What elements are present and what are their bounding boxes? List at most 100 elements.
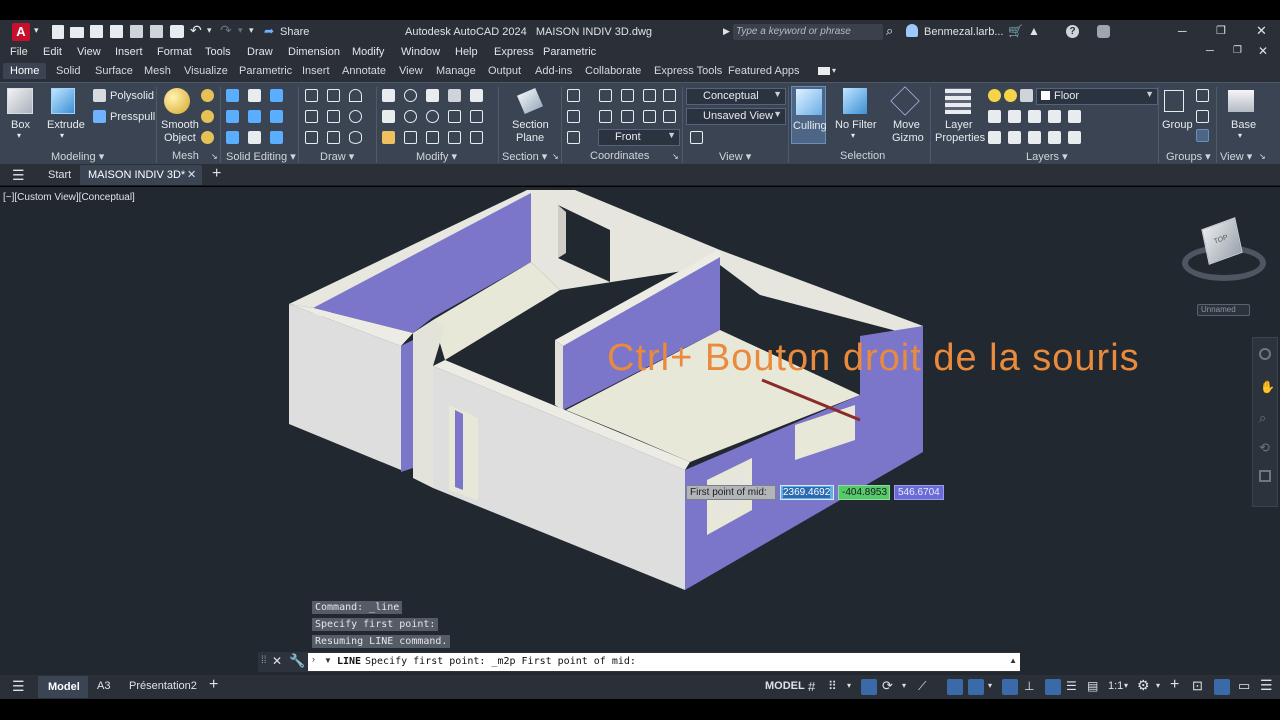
showmotion-icon[interactable] [1259, 470, 1271, 482]
layer-dropdown[interactable]: Floor ▼ [1036, 88, 1158, 105]
ucs-x-icon[interactable] [567, 110, 580, 123]
learn-icon[interactable] [1097, 25, 1110, 38]
tab-insert[interactable]: Insert [302, 65, 330, 77]
visual-style-dropdown[interactable]: Conceptual ▼ [686, 88, 786, 105]
trim-icon[interactable] [470, 89, 483, 102]
app-menu-chevron-icon[interactable]: ▾ [34, 25, 39, 36]
erase-icon[interactable] [382, 131, 395, 144]
redo-dropdown-icon[interactable]: ▾ [238, 25, 243, 36]
fillet-edge-icon[interactable] [226, 131, 239, 144]
tab-start[interactable]: Start [48, 169, 71, 181]
command-grip-icon[interactable]: ⁞⁞ [261, 655, 267, 666]
layout-tab-a3[interactable]: A3 [97, 680, 110, 692]
layer-tool-9-icon[interactable] [1048, 131, 1061, 144]
mesh-icon-1[interactable] [201, 89, 214, 102]
polar-icon[interactable]: ⟳ [882, 678, 893, 694]
panel-view[interactable]: View ▾ [719, 150, 751, 163]
panel-coordinates[interactable]: Coordinates [590, 150, 649, 162]
menu-format[interactable]: Format [157, 46, 192, 58]
annotation-monitor-icon[interactable]: + [1170, 676, 1179, 694]
command-dropdown-icon[interactable]: ▼ [324, 656, 332, 665]
view-settings-icon[interactable]: ↘ [1259, 152, 1266, 161]
customize-qat-icon[interactable]: ▾ [249, 25, 254, 36]
mesh-icon-2[interactable] [201, 110, 214, 123]
move-gizmo-button[interactable]: Move Gizmo [886, 86, 926, 144]
undo-dropdown-icon[interactable]: ▾ [207, 25, 212, 36]
slice-icon[interactable] [226, 110, 239, 123]
search-box[interactable]: Type a keyword or phrase [733, 24, 883, 40]
no-filter-dropdown-icon[interactable]: ▾ [851, 131, 855, 140]
rectangle-icon[interactable] [327, 131, 340, 144]
save-as-icon[interactable] [110, 25, 123, 38]
array-icon[interactable] [404, 110, 417, 123]
ungroup-icon[interactable] [1196, 89, 1209, 102]
command-customize-icon[interactable]: 🔧 [289, 653, 305, 669]
tab-view[interactable]: View [399, 65, 423, 77]
polysolid-button[interactable]: Polysolid [92, 88, 154, 104]
doc-close-icon[interactable]: ✕ [1258, 44, 1268, 58]
box-button[interactable]: Box ▾ [5, 86, 35, 144]
ucs-y-icon[interactable] [599, 110, 612, 123]
panel-section[interactable]: Section ▾ [502, 150, 547, 163]
taper-faces-icon[interactable] [248, 131, 261, 144]
tab-output[interactable]: Output [488, 65, 521, 77]
circle-icon[interactable] [349, 110, 362, 123]
menu-express[interactable]: Express [494, 46, 534, 58]
ucs-dropdown[interactable]: Front ▼ [598, 129, 680, 146]
ucs-3point-icon[interactable] [643, 89, 656, 102]
spline-icon[interactable] [305, 110, 318, 123]
tab-collaborate[interactable]: Collaborate [585, 65, 641, 77]
doc-restore-icon[interactable]: ❐ [1233, 45, 1242, 56]
layer-tool-7-icon[interactable] [1008, 131, 1021, 144]
smooth-object-button[interactable]: Smooth Object [160, 86, 199, 144]
layer-properties-button[interactable]: Layer Properties [934, 86, 985, 144]
rotate-icon[interactable] [426, 110, 439, 123]
saved-view-dropdown[interactable]: Unsaved View ▼ [686, 108, 786, 125]
doc-minimize-icon[interactable]: ─ [1206, 45, 1214, 57]
tab-addins[interactable]: Add-ins [535, 65, 572, 77]
menu-draw[interactable]: Draw [247, 46, 273, 58]
layer-tool-5-icon[interactable] [1068, 110, 1081, 123]
menu-parametric[interactable]: Parametric [543, 46, 596, 58]
command-close-icon[interactable]: ✕ [272, 654, 282, 668]
panel-solid-editing[interactable]: Solid Editing ▾ [226, 150, 296, 163]
culling-button[interactable]: Culling [791, 86, 827, 144]
lineweight-icon[interactable]: ☰ [1066, 679, 1077, 693]
extrude-button[interactable]: Extrude ▾ [46, 86, 85, 144]
mesh-settings-icon[interactable]: ↘ [211, 152, 218, 161]
coord-y-value[interactable]: -404.8953 [842, 487, 887, 498]
tab-close-icon[interactable]: ✕ [187, 168, 196, 181]
search-expand-icon[interactable]: ▶ [723, 26, 730, 37]
group-select-icon[interactable] [1196, 129, 1209, 142]
mirror-icon[interactable] [382, 89, 395, 102]
intersect-icon[interactable] [270, 89, 283, 102]
xline-icon[interactable] [327, 110, 340, 123]
presspull-button[interactable]: Presspull [92, 109, 155, 125]
panel-layers[interactable]: Layers ▾ [1026, 150, 1068, 163]
ucs-icon[interactable] [567, 89, 580, 102]
explode-icon[interactable] [448, 131, 461, 144]
mesh-icon-3[interactable] [201, 131, 214, 144]
array-rect-icon[interactable] [470, 131, 483, 144]
drawing-viewport[interactable]: [−][Custom View][Conceptual] Ctrl+ Bouto… [0, 187, 1280, 675]
fillet-icon[interactable] [470, 110, 483, 123]
polyline-icon[interactable] [327, 89, 340, 102]
osnap-dropdown-icon[interactable]: ▾ [988, 681, 992, 690]
zoom-icon[interactable]: ⌕ [1259, 410, 1266, 426]
add-layout-icon[interactable]: + [209, 676, 218, 694]
new-tab-icon[interactable]: + [212, 165, 221, 183]
layer-tool-10-icon[interactable] [1068, 131, 1081, 144]
ucs-z-icon[interactable] [621, 110, 634, 123]
separate-icon[interactable] [270, 131, 283, 144]
coord-x-field[interactable]: 2369.4692 [780, 485, 834, 500]
3d-osnap-icon[interactable] [1002, 679, 1018, 695]
user-icon[interactable] [906, 24, 918, 37]
subtract-icon[interactable] [248, 89, 261, 102]
otrack-icon[interactable] [947, 679, 963, 695]
no-filter-button[interactable]: No Filter ▾ [833, 86, 877, 144]
user-name[interactable]: Benmezal.larb... [924, 26, 1003, 38]
extrude-dropdown-icon[interactable]: ▾ [60, 131, 64, 140]
layer-on-icon[interactable] [988, 89, 1001, 102]
command-scroll-up-icon[interactable]: ▲ [1009, 656, 1017, 665]
isolate-objects-icon[interactable]: ▭ [1238, 678, 1250, 694]
